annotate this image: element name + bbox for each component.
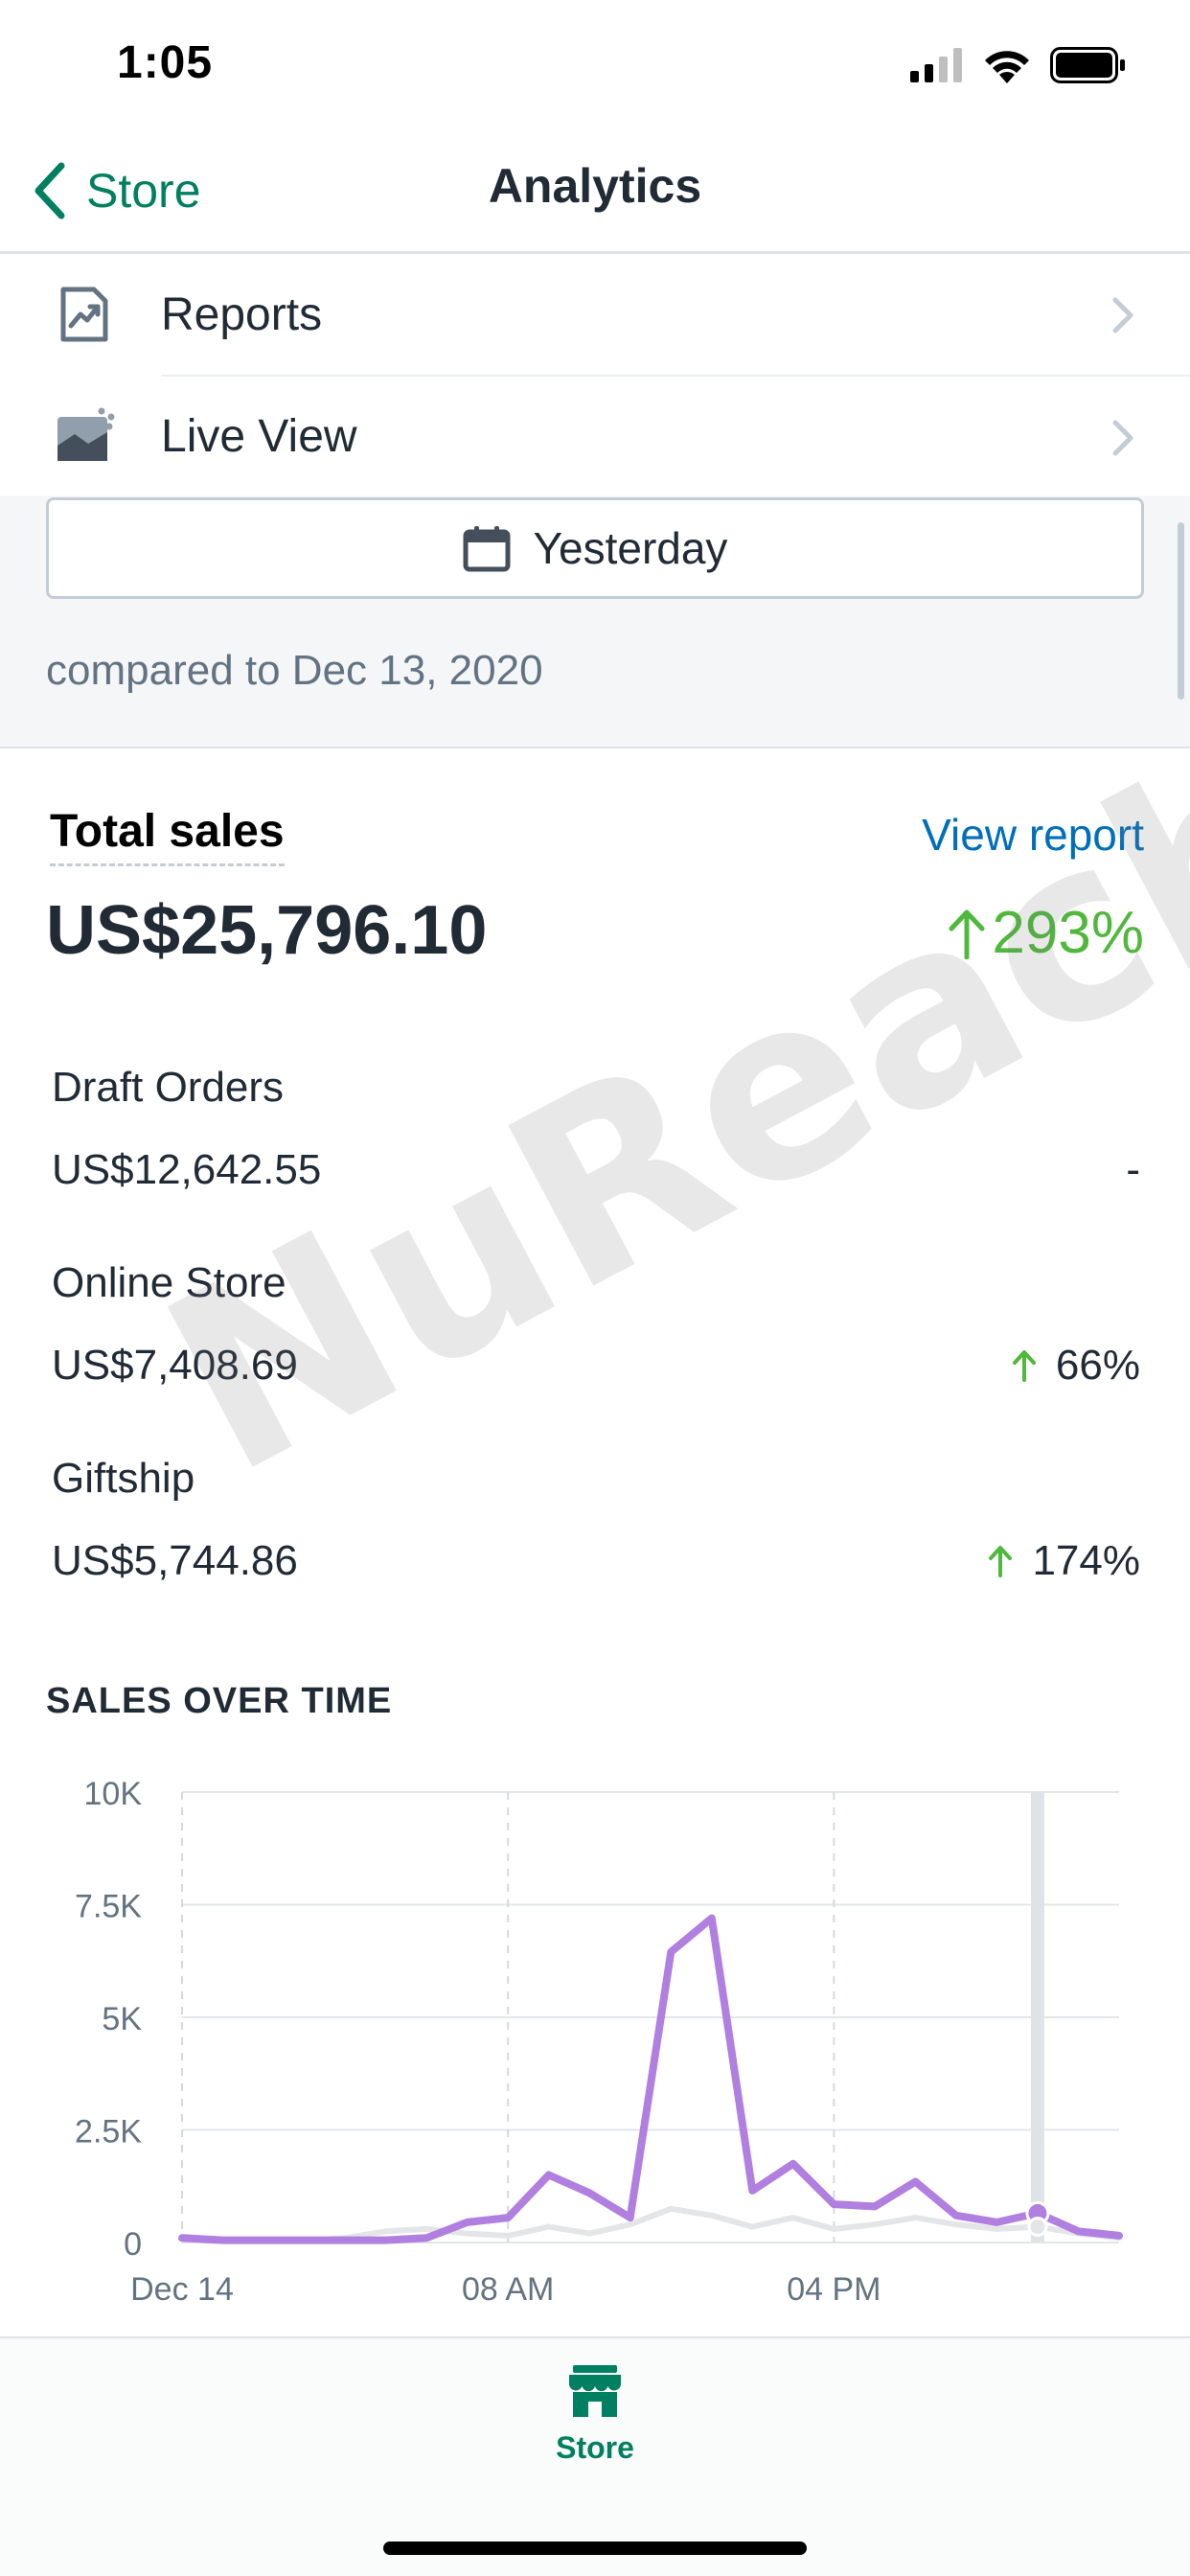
y-tick-label: 5K [102,2001,142,2037]
date-range-label: Yesterday [533,523,728,573]
status-bar: 1:05 [0,0,1190,129]
channel-item: Online Store US$7,408.69 66% [52,1259,1140,1390]
channel-name: Giftship [52,1455,195,1502]
scroll-indicator[interactable] [1178,522,1184,700]
channel-change-value: - [1126,1146,1140,1193]
y-tick-label: 7.5K [75,1889,142,1925]
menu-item-label: Live View [161,410,357,462]
channel-change-value: 66% [1055,1342,1140,1389]
wifi-icon [985,51,1029,83]
date-range-section: Yesterday compared to Dec 13, 2020 [0,495,1190,748]
status-icons [910,44,1127,86]
y-tick-label: 10K [84,1776,143,1812]
channel-change: 174% [988,1537,1140,1585]
x-tick-label: 08 AM [462,2271,554,2308]
page-title: Analytics [488,159,702,213]
arrow-up-icon [1012,1350,1036,1382]
channel-name: Online Store [52,1259,286,1306]
y-tick-label: 2.5K [75,2114,142,2150]
nav-bar: Store Analytics [0,129,1190,254]
channel-value: US$12,642.55 [52,1146,322,1193]
cellular-signal-icon [910,48,962,82]
chevron-right-icon [1112,297,1133,334]
chart-heading: SALES OVER TIME [46,1681,393,1721]
total-sales-value: US$25,796.10 [46,892,488,969]
series-line [178,1914,1123,2244]
date-range-button[interactable]: Yesterday [46,497,1144,599]
x-tick-label: 04 PM [787,2271,881,2308]
tab-store-label: Store [556,2430,634,2465]
battery-icon [1050,47,1125,83]
tab-bar: Store [0,2336,1190,2576]
chevron-right-icon [1112,420,1133,456]
channel-item: Draft Orders US$12,642.55 - [52,1064,1140,1194]
home-indicator[interactable] [383,2542,807,2555]
menu-item-live-view[interactable]: Live View [57,375,1190,495]
live-view-icon [57,407,115,461]
series-line [179,2205,1122,2244]
channel-change: - [1126,1146,1140,1194]
view-report-link[interactable]: View report [922,809,1144,861]
highlight-bar [1030,1792,1044,2242]
arrow-up-icon [989,1546,1013,1577]
channel-change: 66% [1012,1342,1140,1390]
highlight-point [1027,2217,1048,2238]
y-tick-label: 0 [124,2226,142,2263]
menu-item-label: Reports [161,288,323,340]
channel-change-value: 174% [1032,1537,1140,1584]
menu-item-reports[interactable]: Reports [0,254,1190,375]
tab-store[interactable]: Store [537,2363,653,2466]
compare-text: compared to Dec 13, 2020 [46,647,543,694]
sales-over-time-chart[interactable]: 0 2.5K 5K 7.5K 10K Dec 14 08 AM 04 PM [0,1763,1190,2338]
total-sales-change-value: 293% [992,900,1144,966]
channel-value: US$7,408.69 [52,1342,298,1389]
analytics-menu: Reports Live View [0,254,1190,495]
total-sales-change: 293% [948,899,1144,967]
arrow-up-icon [949,909,985,959]
channel-item: Giftship US$5,744.86 174% [52,1455,1140,1585]
channel-value: US$5,744.86 [52,1537,298,1584]
channel-name: Draft Orders [52,1064,285,1111]
calendar-icon [463,526,511,572]
total-sales-label[interactable]: Total sales [50,805,285,866]
status-time: 1:05 [117,37,214,88]
x-tick-label: Dec 14 [130,2271,234,2308]
reports-icon [60,287,108,342]
store-icon [569,2365,621,2417]
